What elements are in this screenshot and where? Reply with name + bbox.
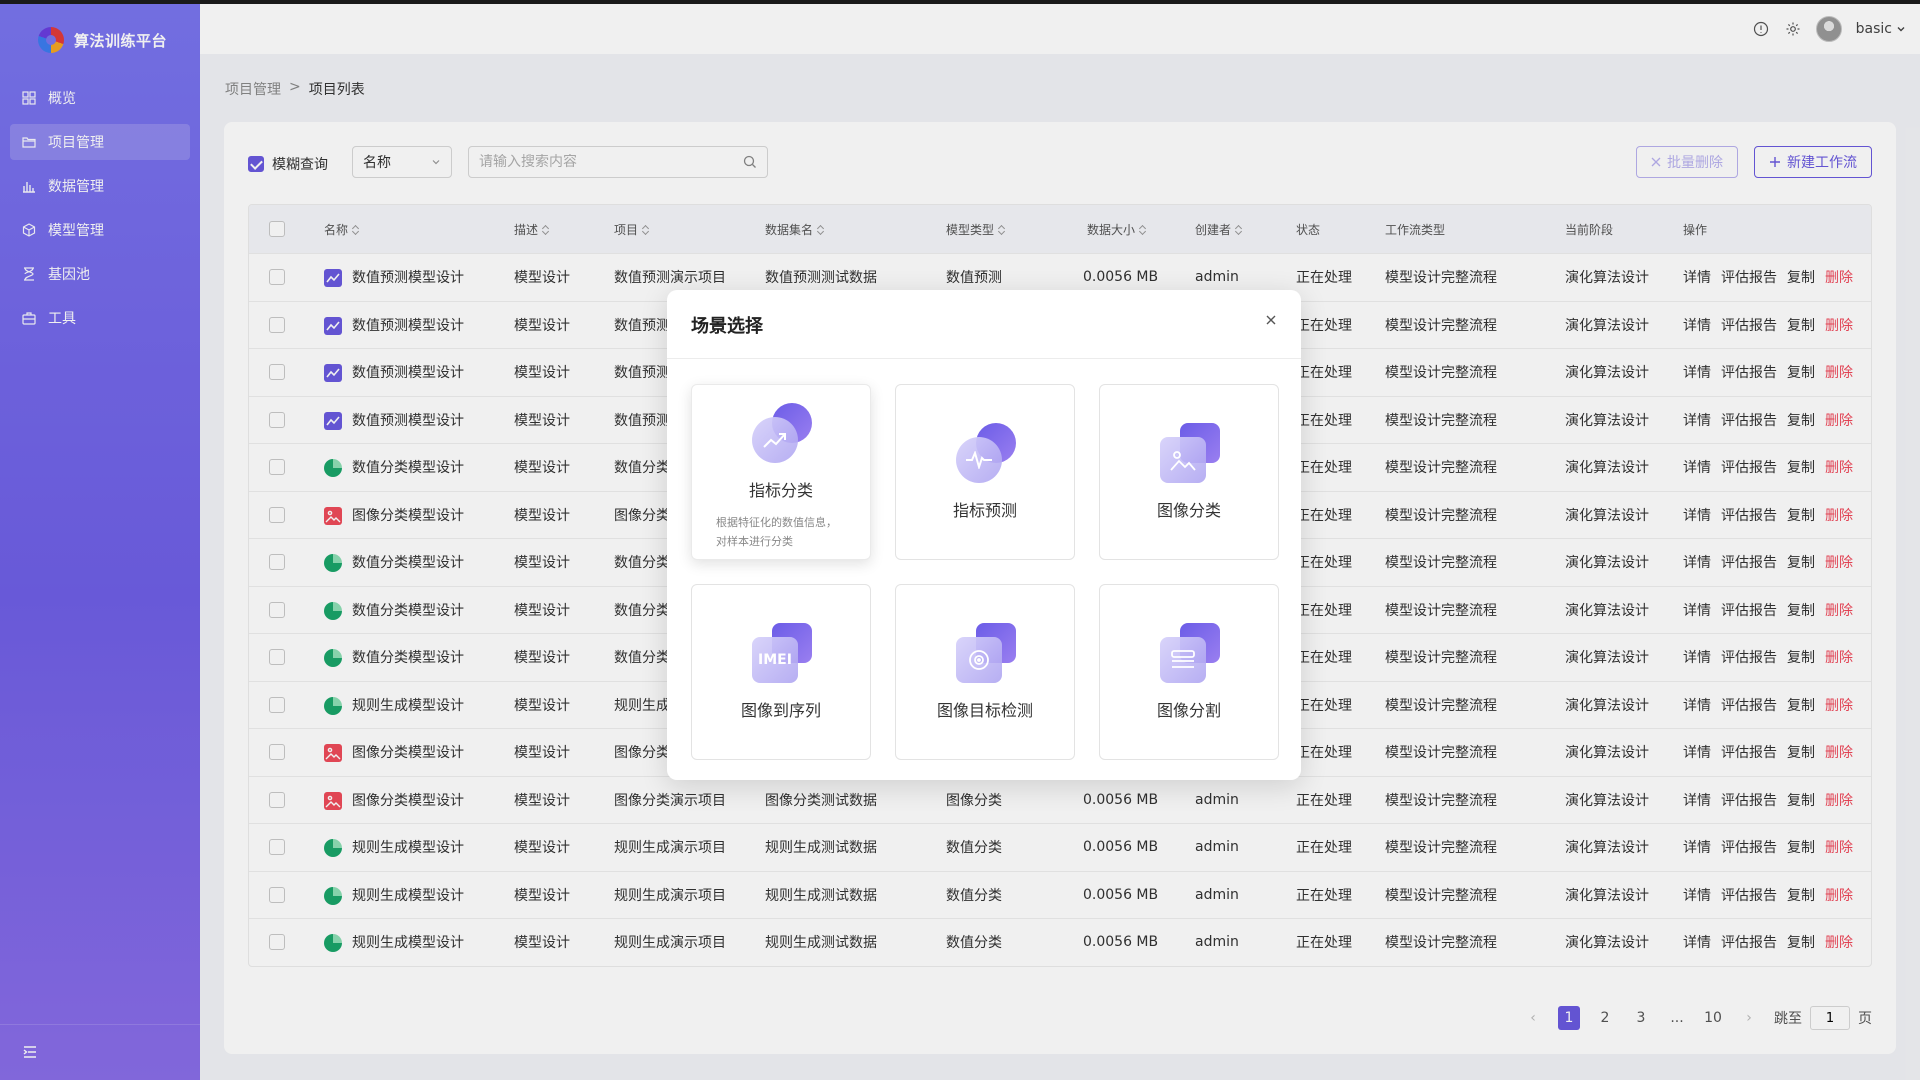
scene-tiles: 指标分类 根据特征化的数值信息，对样本进行分类 指标预测 图像分类 IMEI 图…: [691, 384, 1279, 760]
tile-label: 图像分割: [1156, 701, 1221, 720]
picture-icon: [1158, 423, 1220, 485]
trend-up-icon: [750, 403, 812, 465]
tile-label: 指标预测: [952, 501, 1017, 520]
scene-select-modal: 场景选择 指标分类 根据特征化的数值信息，对样本进行分类 指标预测 图像分类 I…: [667, 290, 1301, 780]
scene-tile-indicator-predict[interactable]: 指标预测: [895, 384, 1075, 560]
tile-label: 图像到序列: [740, 701, 821, 720]
tile-label: 图像分类: [1156, 501, 1221, 520]
segment-icon: [1158, 623, 1220, 685]
scene-tile-indicator-classify[interactable]: 指标分类 根据特征化的数值信息，对样本进行分类: [691, 384, 871, 560]
modal-divider: [667, 358, 1301, 359]
modal-title: 场景选择: [691, 316, 763, 337]
window-top-bar: [0, 0, 1920, 4]
tile-label: 指标分类: [748, 481, 813, 500]
scene-tile-image-to-sequence[interactable]: IMEI 图像到序列: [691, 584, 871, 760]
imei-icon: IMEI: [750, 623, 812, 685]
scene-tile-object-detection[interactable]: 图像目标检测: [895, 584, 1075, 760]
scene-tile-image-segment[interactable]: 图像分割: [1099, 584, 1279, 760]
tile-label: 图像目标检测: [936, 701, 1033, 720]
target-icon: [954, 623, 1016, 685]
close-icon[interactable]: [1263, 312, 1279, 328]
scene-tile-image-classify[interactable]: 图像分类: [1099, 384, 1279, 560]
tile-desc: 根据特征化的数值信息，对样本进行分类: [716, 516, 837, 548]
pulse-icon: [954, 423, 1016, 485]
